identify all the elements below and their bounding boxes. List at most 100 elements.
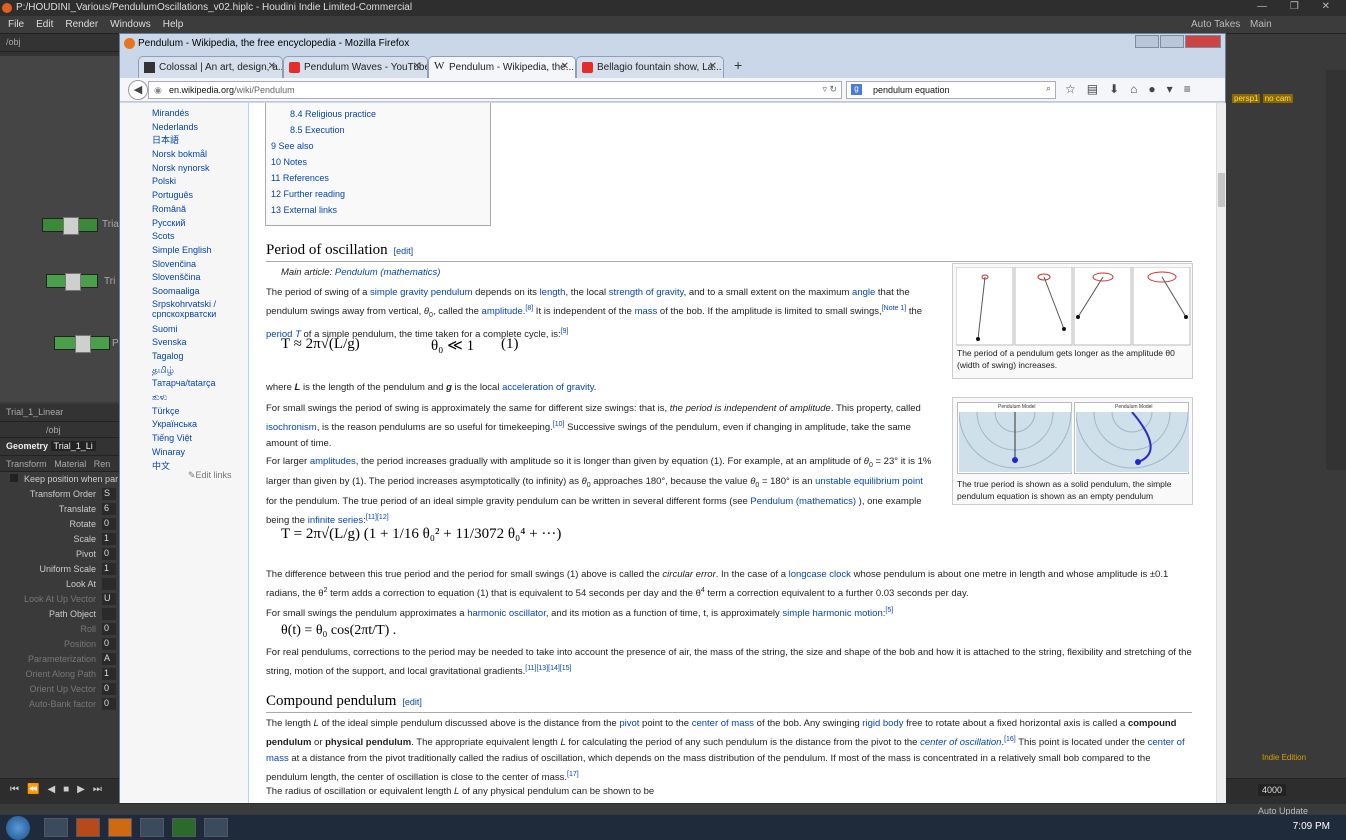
language-link[interactable]: Tiếng Việt: [152, 432, 248, 446]
language-link[interactable]: Türkçe: [152, 405, 248, 419]
menu-render[interactable]: Render: [57, 16, 102, 30]
param-value-field[interactable]: U: [102, 593, 116, 605]
param-value-field[interactable]: 0: [102, 548, 116, 560]
bookmark-star-icon[interactable]: ☆: [1065, 82, 1087, 96]
checkbox-icon[interactable]: [10, 474, 18, 482]
toc-item[interactable]: 8.5 Execution: [290, 125, 345, 135]
language-link[interactable]: 日本語: [152, 134, 248, 148]
language-link[interactable]: Scots: [152, 230, 248, 244]
param-value-field[interactable]: A: [102, 653, 116, 665]
language-link[interactable]: Polski: [152, 175, 248, 189]
close-tab-icon[interactable]: ✕: [561, 61, 569, 72]
firefox-taskbar-icon[interactable]: [108, 818, 132, 837]
language-link[interactable]: Simple English: [152, 244, 248, 258]
section-edit-link[interactable]: [edit]: [394, 246, 414, 256]
param-value-field[interactable]: 0: [102, 698, 116, 710]
language-link[interactable]: Norsk bokmål: [152, 148, 248, 162]
menu-hamburger-icon[interactable]: ≡: [1184, 82, 1202, 96]
desktop-selector[interactable]: Main: [1242, 16, 1276, 30]
language-link[interactable]: Nederlands: [152, 121, 248, 135]
tab-wikipedia[interactable]: W Pendulum - Wikipedia, the... ✕: [428, 56, 576, 78]
language-link[interactable]: ತುಳು: [152, 391, 248, 405]
menu-help[interactable]: Help: [155, 16, 188, 30]
tab-render[interactable]: Ren: [94, 459, 111, 469]
language-link[interactable]: Українська: [152, 418, 248, 432]
minimize-button[interactable]: [1135, 35, 1159, 48]
no-cam-menu[interactable]: no cam: [1262, 94, 1293, 103]
toc-item[interactable]: 8.4 Religious practice: [290, 109, 376, 119]
language-link[interactable]: Română: [152, 203, 248, 217]
language-link[interactable]: Slovenčina: [152, 258, 248, 272]
language-link[interactable]: தமிழ்: [152, 364, 248, 378]
net-path-tab[interactable]: /obj: [6, 37, 21, 47]
keep-position-checkbox[interactable]: Keep position when par: [0, 472, 120, 487]
search-box[interactable]: g pendulum equation ⌕: [846, 81, 1056, 99]
page-scrollbar[interactable]: [1216, 103, 1226, 803]
close-tab-icon[interactable]: ✕: [709, 61, 717, 72]
close-tab-icon[interactable]: ✕: [268, 61, 276, 72]
param-node-tab[interactable]: Trial_1_Linear: [6, 407, 63, 417]
section-edit-link[interactable]: [edit]: [402, 697, 422, 707]
app-taskbar-icon[interactable]: [204, 818, 228, 837]
language-link[interactable]: Norsk nynorsk: [152, 162, 248, 176]
search-icon[interactable]: ⌕: [1046, 83, 1051, 94]
home-icon[interactable]: ⌂: [1130, 82, 1148, 96]
search-input[interactable]: pendulum equation: [873, 85, 950, 95]
reading-list-icon[interactable]: ▤: [1087, 82, 1109, 96]
network-node[interactable]: [54, 335, 110, 353]
language-link[interactable]: Русский: [152, 217, 248, 231]
pendulum-model-panel-right[interactable]: Pendulum Model: [1074, 402, 1189, 474]
param-value-field[interactable]: [102, 578, 116, 590]
close-tab-icon[interactable]: ✕: [413, 61, 421, 72]
param-value-field[interactable]: 0: [102, 683, 116, 695]
photoshop-taskbar-icon[interactable]: [140, 818, 164, 837]
language-link[interactable]: Soomaaliga: [152, 285, 248, 299]
language-link[interactable]: Suomi: [152, 323, 248, 337]
param-path[interactable]: /obj: [46, 425, 61, 435]
edit-links[interactable]: ✎Edit links: [188, 470, 232, 481]
param-value-field[interactable]: 0: [102, 623, 116, 635]
param-value-field[interactable]: 1: [102, 668, 116, 680]
toc-item[interactable]: 12 Further reading: [271, 189, 345, 199]
language-link[interactable]: Татарча/tatarça: [152, 377, 248, 391]
toc-item[interactable]: 13 External links: [271, 205, 337, 215]
frame-field[interactable]: 4000: [1258, 784, 1287, 796]
geom-name-field[interactable]: Trial_1_Li: [50, 441, 96, 451]
tab-colossal[interactable]: Colossal | An art, design, a... ✕: [138, 56, 283, 78]
language-link[interactable]: Mirandés: [152, 107, 248, 121]
language-link[interactable]: Srpskohrvatski / српскохрватски: [152, 299, 248, 323]
language-link[interactable]: Svenska: [152, 336, 248, 350]
auto-takes-toggle[interactable]: Auto Takes: [1183, 16, 1244, 30]
toc-item[interactable]: 9 See also: [271, 141, 314, 151]
tab-transform[interactable]: Transform: [6, 459, 47, 469]
viewport-toolbar[interactable]: [1326, 70, 1346, 470]
tab-youtube[interactable]: Pendulum Waves - YouTube ✕: [283, 56, 428, 78]
network-node[interactable]: [42, 217, 98, 235]
back-button[interactable]: ◀: [128, 80, 148, 100]
new-tab-button[interactable]: +: [734, 57, 742, 73]
app-taskbar-icon[interactable]: [172, 818, 196, 837]
language-link[interactable]: Slovenščina: [152, 271, 248, 285]
houdini-taskbar-icon[interactable]: [76, 818, 100, 837]
menu-edit[interactable]: Edit: [28, 16, 57, 30]
start-button-icon[interactable]: [6, 816, 30, 840]
language-link[interactable]: Tagalog: [152, 350, 248, 364]
reload-icon[interactable]: ▿ ↻: [822, 84, 837, 95]
language-link[interactable]: Português: [152, 189, 248, 203]
houdini-window-controls[interactable]: — ❐ ✕: [1257, 1, 1340, 12]
maximize-button[interactable]: [1160, 35, 1184, 48]
toc-item[interactable]: 11 References: [271, 173, 329, 183]
addon-icon[interactable]: ●: [1148, 82, 1166, 96]
figure-amplitude-image[interactable]: [956, 267, 1191, 347]
param-value-field[interactable]: S: [102, 488, 116, 500]
close-window-button[interactable]: [1185, 35, 1221, 48]
explorer-icon[interactable]: [44, 818, 68, 837]
param-value-field[interactable]: 0: [102, 638, 116, 650]
param-value-field[interactable]: 0: [102, 518, 116, 530]
pendulum-model-panel-left[interactable]: Pendulum Model: [957, 402, 1072, 474]
tab-bellagio[interactable]: Bellagio fountain show, La... ✕: [576, 56, 724, 78]
network-node[interactable]: [46, 273, 98, 291]
main-article-link[interactable]: Pendulum (mathematics): [335, 267, 441, 278]
toc-item[interactable]: 10 Notes: [271, 157, 307, 167]
menu-file[interactable]: File: [0, 16, 28, 30]
